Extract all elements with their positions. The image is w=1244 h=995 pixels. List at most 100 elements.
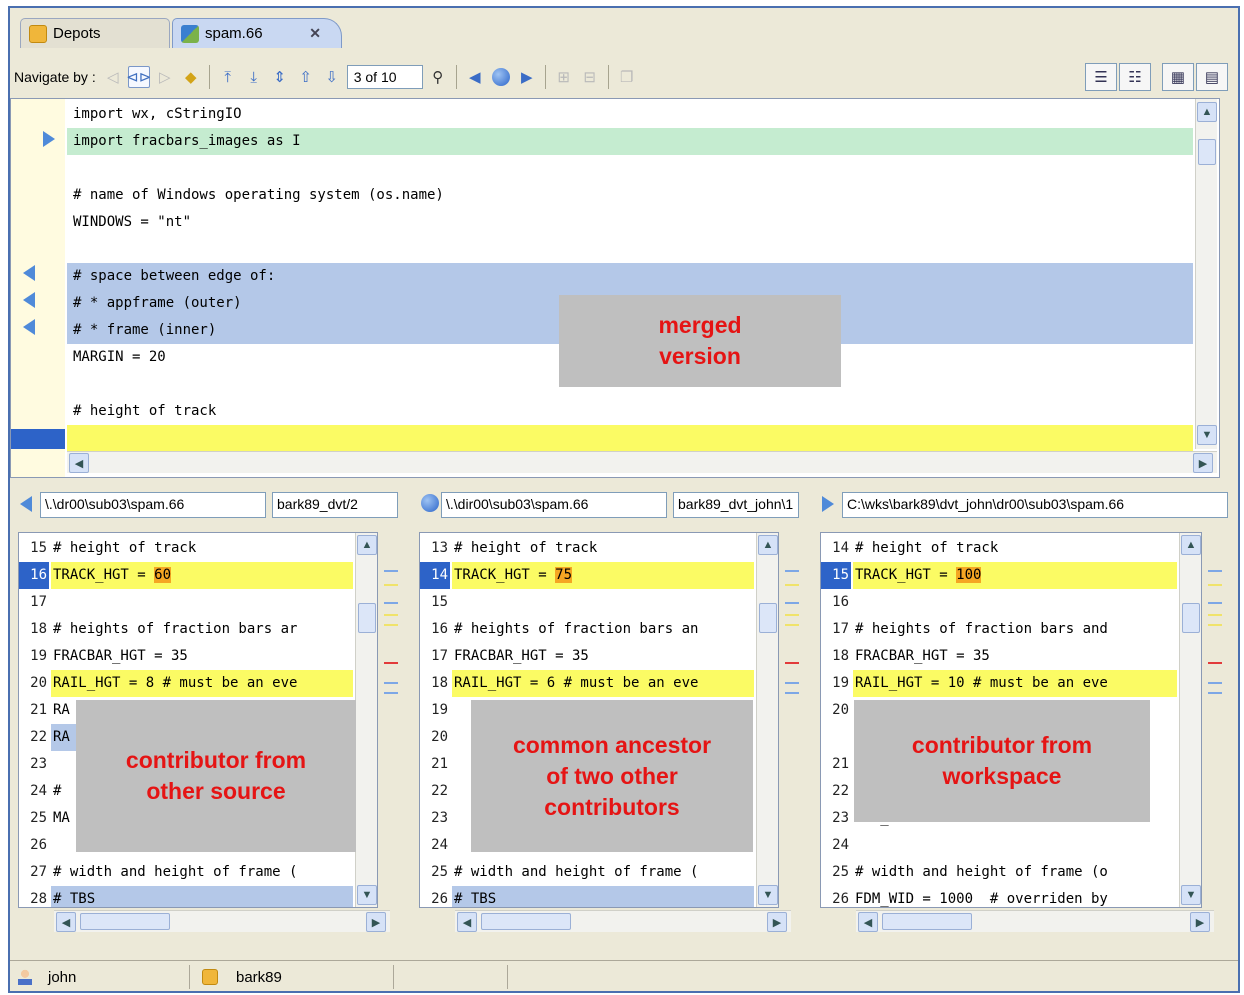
nav-mode-conflict-icon[interactable]: ◆ xyxy=(180,66,202,88)
scroll-thumb[interactable] xyxy=(1182,603,1200,633)
change-overview[interactable] xyxy=(382,532,400,908)
layout-columns-icon[interactable]: ☷ xyxy=(1119,63,1151,91)
merged-line[interactable] xyxy=(67,155,1193,182)
take-left-icon[interactable]: ◀ xyxy=(464,66,486,88)
code-line[interactable]: 19 FRACBAR_HGT = 35 xyxy=(19,643,355,670)
tab-depots[interactable]: Depots xyxy=(20,18,170,48)
scroll-left-icon[interactable]: ◀ xyxy=(69,453,89,473)
code-line[interactable]: 16 # heights of fraction bars an xyxy=(420,616,756,643)
merged-line[interactable]: import wx, cStringIO xyxy=(67,101,1193,128)
line-number: 25 xyxy=(431,864,448,880)
code-line[interactable]: 18 RAIL_HGT = 6 # must be an eve xyxy=(420,670,756,697)
scroll-up-icon[interactable]: ▲ xyxy=(1181,535,1201,555)
scroll-up-icon[interactable]: ▲ xyxy=(758,535,778,555)
nav-mode-right-icon[interactable]: ▷ xyxy=(154,66,176,88)
copy-icon[interactable]: ❐ xyxy=(616,66,638,88)
code-line[interactable]: 17 # heights of fraction bars and xyxy=(821,616,1179,643)
code-line[interactable]: 13 # height of track xyxy=(420,535,756,562)
pane-hscroll[interactable]: ◀ ▶ xyxy=(54,910,390,932)
branch-field[interactable]: bark89_dvt_john\1 xyxy=(673,492,799,518)
merged-code[interactable]: import wx, cStringIO import fracbars_imag… xyxy=(67,99,1193,451)
merged-line[interactable]: # name of Windows operating system (os.n… xyxy=(67,182,1193,209)
code-line[interactable]: 14 # height of track xyxy=(821,535,1179,562)
scroll-right-icon[interactable]: ▶ xyxy=(366,912,386,932)
code-line[interactable]: 20 RAIL_HGT = 8 # must be an eve xyxy=(19,670,355,697)
take-right-icon[interactable]: ▶ xyxy=(516,66,538,88)
tab-spam[interactable]: spam.66 ✕ xyxy=(172,18,342,48)
merged-hscroll[interactable]: ◀ ▶ xyxy=(67,451,1217,473)
code-line[interactable]: 26 FDM_WID = 1000 # overriden by xyxy=(821,886,1179,907)
pane-vscroll[interactable]: ▲ ▼ xyxy=(756,533,778,907)
scroll-thumb[interactable] xyxy=(481,913,571,930)
code-line[interactable]: 25 # width and height of frame (o xyxy=(821,859,1179,886)
scroll-thumb[interactable] xyxy=(358,603,376,633)
file-path-field[interactable]: \.\dir00\sub03\spam.66 xyxy=(441,492,667,518)
scroll-right-icon[interactable]: ▶ xyxy=(1193,453,1213,473)
file-path-field[interactable]: \.\dr00\sub03\spam.66 xyxy=(40,492,266,518)
pane-hscroll[interactable]: ◀ ▶ xyxy=(455,910,791,932)
scroll-thumb[interactable] xyxy=(80,913,170,930)
code-line[interactable]: 19 RAIL_HGT = 10 # must be an eve xyxy=(821,670,1179,697)
find-icon[interactable]: ⚲ xyxy=(427,66,449,88)
first-diff-icon[interactable]: ⤒ xyxy=(217,66,239,88)
next-diff-icon[interactable]: ⇩ xyxy=(321,66,343,88)
code-line[interactable]: 28 # TBS xyxy=(19,886,355,907)
scroll-left-icon[interactable]: ◀ xyxy=(457,912,477,932)
scroll-thumb[interactable] xyxy=(882,913,972,930)
nav-mode-left-icon[interactable]: ◁ xyxy=(102,66,124,88)
change-overview[interactable] xyxy=(783,532,801,908)
code-line[interactable]: 18 # heights of fraction bars ar xyxy=(19,616,355,643)
code-line[interactable]: 15 xyxy=(420,589,756,616)
merged-vscroll[interactable]: ▲ ▼ xyxy=(1195,99,1217,449)
change-overview[interactable] xyxy=(1206,532,1224,908)
merged-line[interactable]: WINDOWS = "nt" xyxy=(67,209,1193,236)
code-line[interactable]: 24 xyxy=(821,832,1179,859)
nav-mode-both-icon[interactable]: ⊲⊳ xyxy=(126,66,151,88)
scroll-left-icon[interactable]: ◀ xyxy=(858,912,878,932)
take-base-icon[interactable] xyxy=(490,66,512,88)
code-line[interactable]: 16 TRACK_HGT = 60 xyxy=(19,562,355,589)
branch-field[interactable]: bark89_dvt/2 xyxy=(272,492,398,518)
scroll-down-icon[interactable]: ▼ xyxy=(758,885,778,905)
merged-line[interactable] xyxy=(67,425,1193,451)
pane-vscroll[interactable]: ▲ ▼ xyxy=(1179,533,1201,907)
code-line[interactable]: 15 TRACK_HGT = 100 xyxy=(821,562,1179,589)
code-line[interactable]: 27 # width and height of frame ( xyxy=(19,859,355,886)
code-line[interactable]: 16 xyxy=(821,589,1179,616)
close-icon[interactable]: ✕ xyxy=(309,25,321,42)
merged-line[interactable]: import fracbars_images as I xyxy=(67,128,1193,155)
layout-single-icon[interactable]: ▤ xyxy=(1196,63,1228,91)
code-line[interactable]: 17 xyxy=(19,589,355,616)
scroll-left-icon[interactable]: ◀ xyxy=(56,912,76,932)
layout-grid-icon[interactable]: ▦ xyxy=(1162,63,1194,91)
layout-list-icon[interactable]: ☰ xyxy=(1085,63,1117,91)
code-line[interactable]: 15 # height of track xyxy=(19,535,355,562)
split-icon[interactable]: ⊞ xyxy=(553,66,575,88)
caption-line: common ancestor xyxy=(512,731,712,758)
scroll-up-icon[interactable]: ▲ xyxy=(1197,102,1217,122)
prev-diff-icon[interactable]: ⇧ xyxy=(295,66,317,88)
scroll-up-icon[interactable]: ▲ xyxy=(357,535,377,555)
scroll-thumb[interactable] xyxy=(1198,139,1216,165)
scroll-thumb[interactable] xyxy=(759,603,777,633)
merged-line[interactable]: # height of track xyxy=(67,398,1193,425)
scroll-right-icon[interactable]: ▶ xyxy=(1190,912,1210,932)
scroll-down-icon[interactable]: ▼ xyxy=(357,885,377,905)
file-path-field[interactable]: C:\wks\bark89\dvt_john\dr00\sub03\spam.6… xyxy=(842,492,1228,518)
scroll-down-icon[interactable]: ▼ xyxy=(1181,885,1201,905)
code-line[interactable]: 25 # width and height of frame ( xyxy=(420,859,756,886)
diff-counter[interactable] xyxy=(346,65,423,89)
code-line[interactable]: 26 # TBS xyxy=(420,886,756,907)
collapse-icon[interactable]: ⇕ xyxy=(269,66,291,88)
pane-vscroll[interactable]: ▲ ▼ xyxy=(355,533,377,907)
code-line[interactable]: 17 FRACBAR_HGT = 35 xyxy=(420,643,756,670)
code-line[interactable]: 14 TRACK_HGT = 75 xyxy=(420,562,756,589)
last-diff-icon[interactable]: ⤓ xyxy=(243,66,265,88)
code-line[interactable]: 18 FRACBAR_HGT = 35 xyxy=(821,643,1179,670)
scroll-down-icon[interactable]: ▼ xyxy=(1197,425,1217,445)
scroll-right-icon[interactable]: ▶ xyxy=(767,912,787,932)
pane-hscroll[interactable]: ◀ ▶ xyxy=(856,910,1214,932)
merged-line[interactable]: # space between edge of: xyxy=(67,263,1193,290)
join-icon[interactable]: ⊟ xyxy=(579,66,601,88)
merged-line[interactable] xyxy=(67,236,1193,263)
